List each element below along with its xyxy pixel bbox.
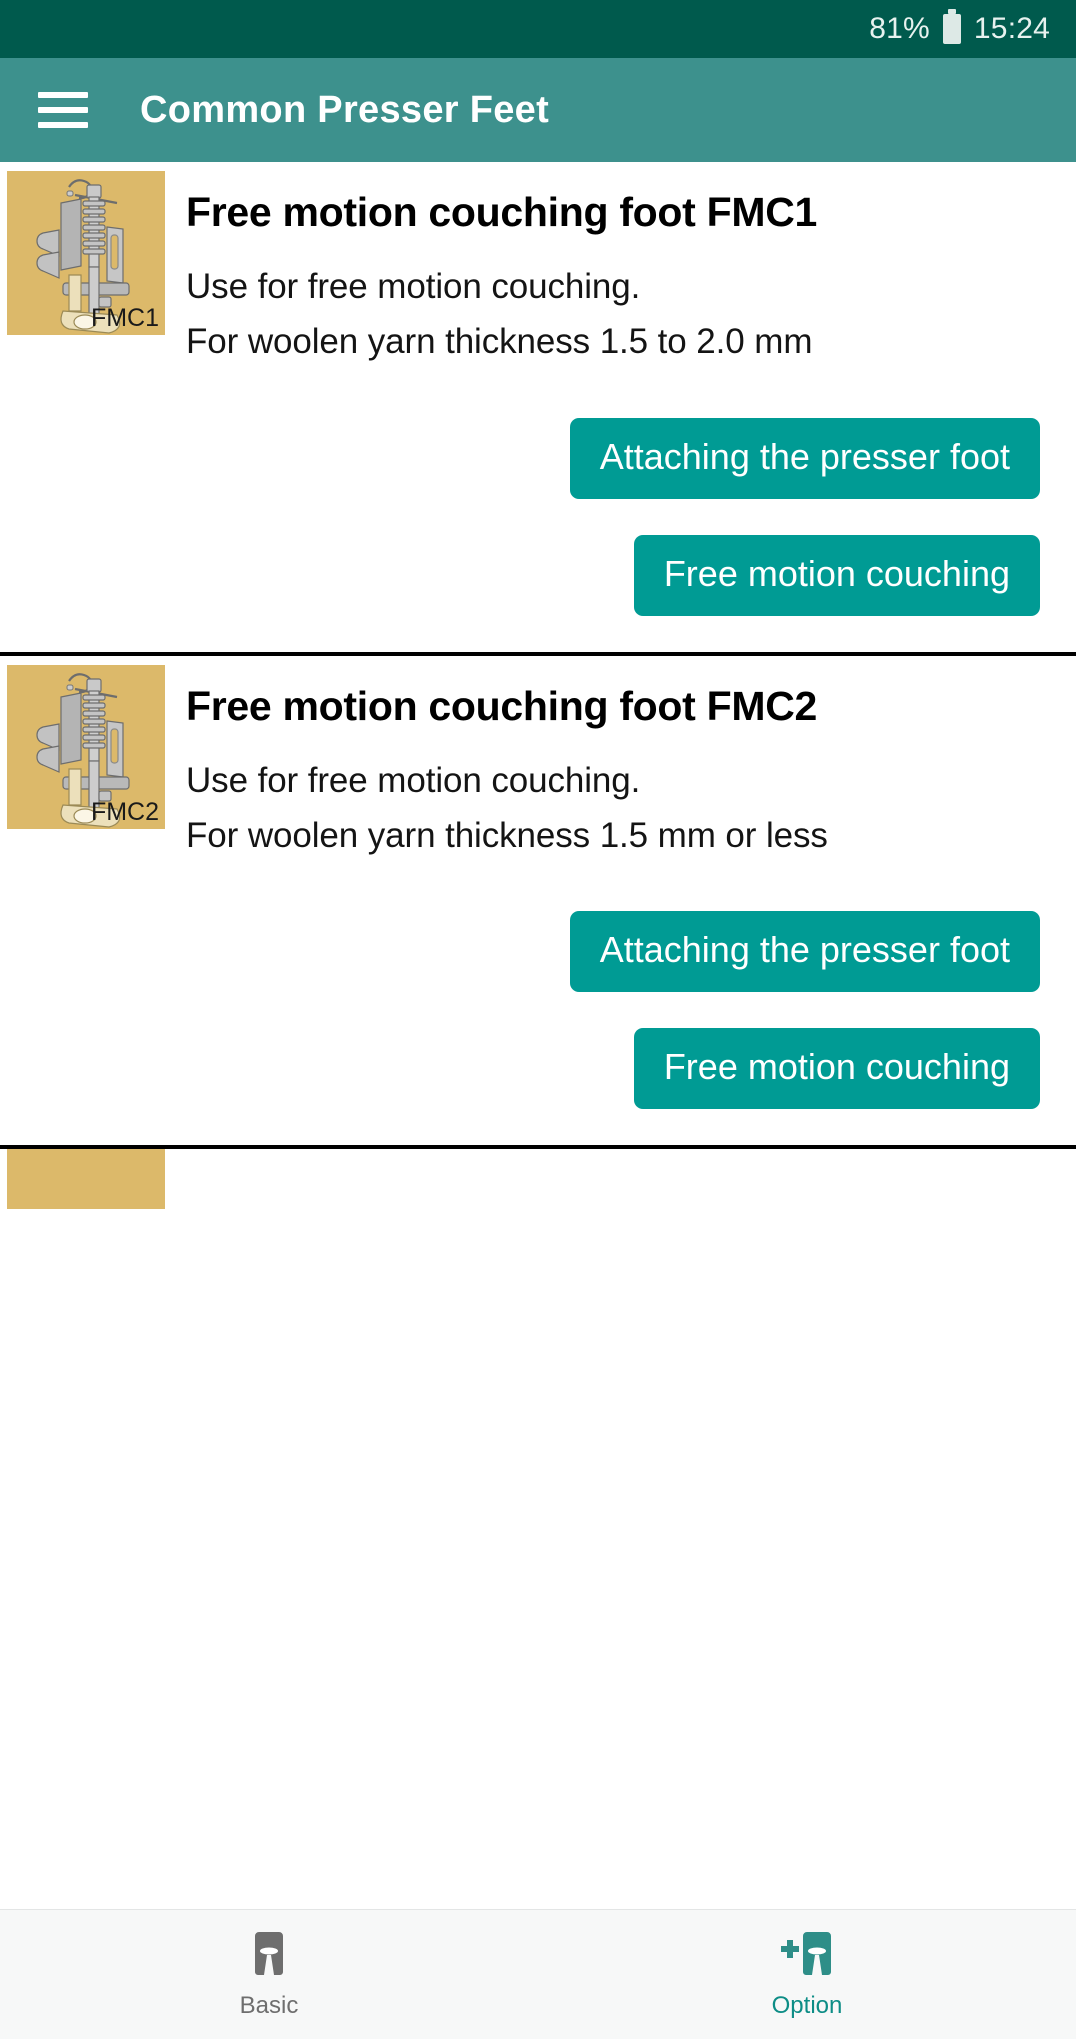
card-description-line-1: Use for free motion couching. (186, 266, 641, 306)
hamburger-bar-3 (38, 122, 88, 128)
card-body: Free motion couching foot FMC2 Use for f… (165, 656, 1076, 864)
hamburger-menu-icon[interactable] (38, 92, 88, 128)
bottom-nav-label-option: Option (771, 1991, 843, 2019)
card-description-line-2: For woolen yarn thickness 1.5 to 2.0 mm (186, 322, 813, 362)
card-header-row: FMC1 Free motion couching foot FMC1 Use … (0, 162, 1076, 370)
card-bottom-spacer (0, 616, 1076, 652)
status-bar: 81% 15:24 (0, 0, 1076, 58)
attaching-the-presser-foot-button[interactable]: Attaching the presser foot (569, 911, 1040, 993)
free-motion-couching-button[interactable]: Free motion couching (633, 534, 1040, 616)
presser-feet-list[interactable]: FMC1 Free motion couching foot FMC1 Use … (0, 162, 1076, 1909)
button-row-attach: Attaching the presser foot (0, 911, 1076, 993)
thumbnail-label: FMC2 (90, 797, 159, 826)
presser-foot-illustration-icon: FMC1 (7, 171, 165, 335)
bottom-nav-label-basic: Basic (239, 1991, 299, 2019)
bottom-navigation-bar: Basic Option (0, 1909, 1076, 2039)
battery-percent-label: 81% (869, 12, 930, 45)
bottom-nav-item-basic[interactable]: Basic (0, 1910, 538, 2039)
card-description-line-1: Use for free motion couching. (186, 760, 641, 800)
card-bottom-spacer (0, 1109, 1076, 1145)
list-item[interactable]: FMC2 Free motion couching foot FMC2 Use … (0, 656, 1076, 1150)
card-body: Free motion couching foot FMC1 Use for f… (165, 162, 1076, 370)
hamburger-bar-2 (38, 107, 88, 113)
clock-label: 15:24 (973, 12, 1050, 45)
button-row-couching: Free motion couching (0, 1028, 1076, 1110)
hamburger-bar-1 (38, 92, 88, 98)
bottom-nav-item-option[interactable]: Option (538, 1910, 1076, 2039)
card-title: Free motion couching foot FMC1 (186, 189, 818, 235)
app-root: 81% 15:24 Common Presser Feet FMC1 Free … (0, 0, 1076, 2039)
presser-foot-plus-icon (781, 1931, 831, 1975)
battery-icon (942, 9, 961, 44)
card-description-line-2: For woolen yarn thickness 1.5 mm or less (186, 815, 828, 855)
app-bar: Common Presser Feet (0, 58, 1076, 162)
button-row-couching: Free motion couching (0, 534, 1076, 616)
presser-foot-illustration-icon: FMC2 (7, 664, 165, 829)
list-item-partial[interactable] (0, 1149, 1076, 1210)
list-item[interactable]: FMC1 Free motion couching foot FMC1 Use … (0, 162, 1076, 656)
card-header-row: FMC2 Free motion couching foot FMC2 Use … (0, 656, 1076, 864)
presser-foot-illustration-icon (7, 1149, 165, 1210)
attaching-the-presser-foot-button[interactable]: Attaching the presser foot (569, 417, 1040, 499)
button-row-attach: Attaching the presser foot (0, 417, 1076, 499)
thumbnail-label: FMC1 (90, 304, 159, 332)
page-title: Common Presser Feet (140, 88, 550, 131)
presser-foot-icon (255, 1931, 283, 1975)
free-motion-couching-button[interactable]: Free motion couching (633, 1028, 1040, 1110)
card-title: Free motion couching foot FMC2 (186, 682, 818, 729)
